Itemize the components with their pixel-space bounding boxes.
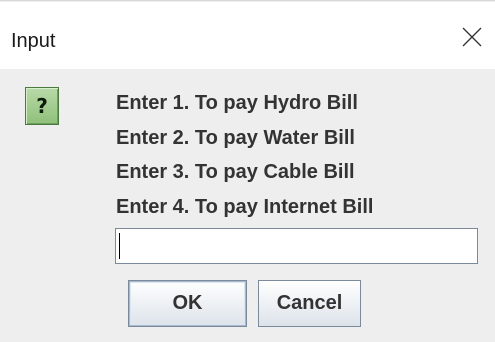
message-line: Enter 2. To pay Water Bill — [116, 126, 355, 149]
window-title: Input — [11, 30, 56, 52]
close-icon — [462, 27, 482, 47]
message-list: Enter 1. To pay Hydro Bill Enter 2. To p… — [116, 91, 373, 229]
text-caret — [119, 233, 120, 259]
message-line: Enter 1. To pay Hydro Bill — [116, 92, 358, 114]
title-bar: Input — [0, 2, 495, 69]
message-line: Enter 4. To pay Internet Bill — [116, 195, 374, 218]
cancel-button[interactable]: Cancel — [258, 280, 361, 327]
message-line: Enter 3. To pay Cable Bill — [116, 161, 355, 183]
input-field[interactable] — [115, 228, 478, 264]
close-button[interactable] — [449, 15, 495, 57]
question-icon: ? — [25, 87, 59, 125]
question-icon-glyph: ? — [36, 94, 48, 118]
input-dialog: Input ? Enter 1. To pay Hydro Bill Enter… — [0, 0, 495, 342]
ok-button[interactable]: OK — [128, 280, 247, 327]
